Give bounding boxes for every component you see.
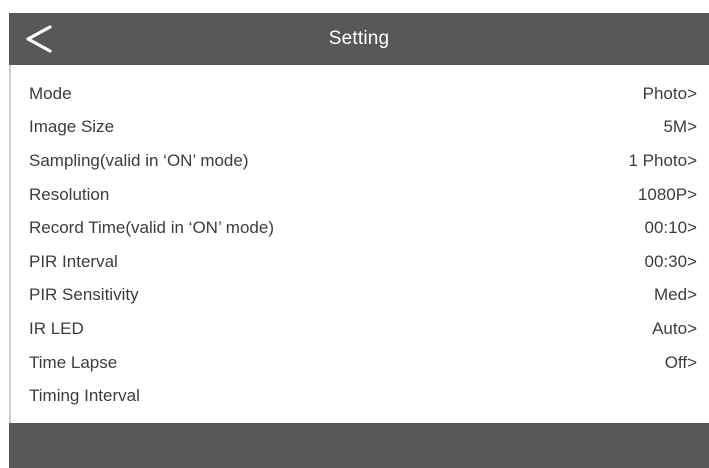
setting-label: PIR Interval — [29, 251, 118, 271]
back-button[interactable] — [19, 19, 59, 59]
setting-label: Time Lapse — [29, 352, 118, 372]
settings-panel: Mode Photo> Image Size 5M> Sampling(vali… — [9, 65, 709, 423]
footer-bar — [9, 423, 709, 468]
setting-row-image-size[interactable]: Image Size 5M> — [11, 111, 709, 145]
setting-row-pir-sensitivity[interactable]: PIR Sensitivity Med> — [11, 279, 709, 313]
setting-label: PIR Sensitivity — [29, 285, 139, 305]
setting-label: Mode — [29, 83, 72, 103]
chevron-left-icon — [26, 25, 52, 53]
setting-row-mode[interactable]: Mode Photo> — [11, 77, 709, 111]
setting-row-time-lapse[interactable]: Time Lapse Off> — [11, 346, 709, 380]
setting-label: IR LED — [29, 318, 84, 338]
setting-label: Record Time(valid in ‘ON’ mode) — [29, 218, 274, 238]
setting-value: 1080P> — [637, 184, 697, 204]
setting-row-record-time[interactable]: Record Time(valid in ‘ON’ mode) 00:10> — [11, 211, 709, 245]
page-title: Setting — [328, 28, 390, 49]
setting-value: Med> — [654, 285, 697, 305]
header-bar: Setting — [9, 13, 709, 65]
setting-row-timing-interval[interactable]: Timing Interval — [11, 379, 709, 413]
setting-value: 1 Photo> — [628, 150, 697, 170]
setting-row-pir-interval[interactable]: PIR Interval 00:30> — [11, 245, 709, 279]
settings-screen: Setting Mode Photo> Image Size 5M> Sampl… — [0, 0, 709, 468]
setting-value: 00:30> — [644, 251, 697, 271]
setting-value: Photo> — [642, 83, 697, 103]
setting-row-sampling[interactable]: Sampling(valid in ‘ON’ mode) 1 Photo> — [11, 144, 709, 178]
setting-value: 5M> — [663, 117, 697, 137]
setting-label: Image Size — [29, 117, 115, 137]
setting-label: Timing Interval — [29, 386, 140, 406]
setting-row-resolution[interactable]: Resolution 1080P> — [11, 178, 709, 212]
setting-label: Resolution — [29, 184, 110, 204]
setting-value: Auto> — [652, 318, 697, 338]
setting-value: Off> — [664, 352, 697, 372]
settings-list: Mode Photo> Image Size 5M> Sampling(vali… — [11, 77, 709, 413]
setting-label: Sampling(valid in ‘ON’ mode) — [29, 150, 249, 170]
setting-row-ir-led[interactable]: IR LED Auto> — [11, 312, 709, 346]
setting-value: 00:10> — [644, 218, 697, 238]
